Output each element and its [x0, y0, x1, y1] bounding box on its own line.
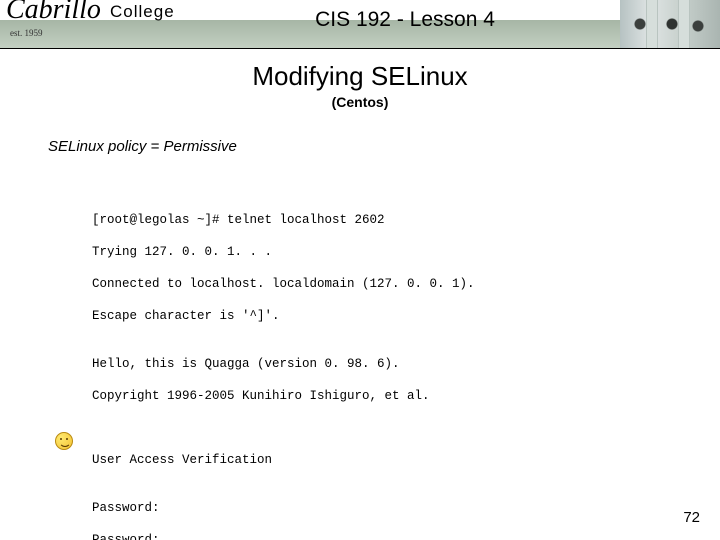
term-line: Password:	[92, 532, 475, 540]
smiley-icon	[55, 432, 73, 450]
slide-subtitle: (Centos)	[0, 94, 720, 110]
term-line: Hello, this is Quagga (version 0. 98. 6)…	[92, 356, 475, 372]
policy-line: SELinux policy = Permissive	[48, 138, 720, 155]
term-line: User Access Verification	[92, 452, 475, 468]
terminal-output: [root@legolas ~]# telnet localhost 2602 …	[92, 196, 475, 540]
logo-script-text: Cabrillo	[6, 0, 101, 26]
term-line: [root@legolas ~]# telnet localhost 2602	[92, 212, 475, 228]
term-line: Password:	[92, 500, 475, 516]
logo-est-text: est. 1959	[10, 28, 43, 38]
term-line: Connected to localhost. localdomain (127…	[92, 276, 475, 292]
course-title: CIS 192 - Lesson 4	[200, 8, 610, 32]
term-line: Trying 127. 0. 0. 1. . .	[92, 244, 475, 260]
slide-title: Modifying SELinux	[0, 61, 720, 92]
header-photo	[620, 0, 720, 48]
logo-college-text: College	[110, 2, 175, 22]
term-line: Escape character is '^]'.	[92, 308, 475, 324]
page-number: 72	[683, 509, 700, 526]
college-logo: Cabrillo College est. 1959	[0, 0, 206, 48]
term-line: Copyright 1996-2005 Kunihiro Ishiguro, e…	[92, 388, 475, 404]
slide-header: Cabrillo College est. 1959 CIS 192 - Les…	[0, 0, 720, 49]
